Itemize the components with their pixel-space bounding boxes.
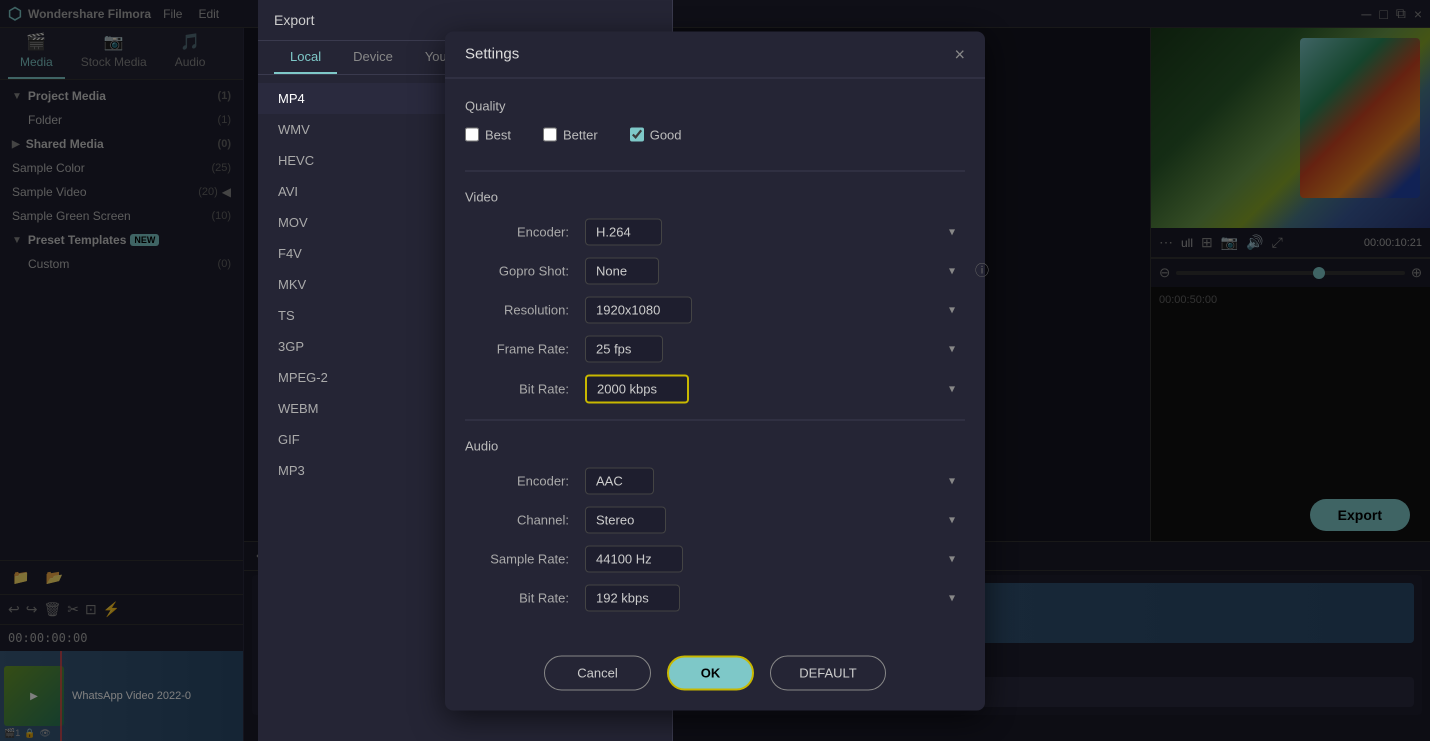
quality-best[interactable]: Best	[465, 127, 511, 142]
video-bitrate-row: Bit Rate: 2000 kbps	[465, 374, 965, 403]
video-divider	[465, 170, 965, 171]
video-bitrate-label: Bit Rate:	[465, 381, 585, 396]
quality-best-label: Best	[485, 127, 511, 142]
channel-select[interactable]: Stereo	[585, 506, 666, 533]
cancel-button[interactable]: Cancel	[544, 655, 650, 690]
video-bitrate-select-wrapper: 2000 kbps	[585, 374, 965, 403]
audio-bitrate-row: Bit Rate: 192 kbps	[465, 584, 965, 611]
audio-bitrate-select-wrapper: 192 kbps	[585, 584, 965, 611]
audio-encoder-select[interactable]: AAC	[585, 467, 654, 494]
quality-good-label: Good	[650, 127, 682, 142]
resolution-select[interactable]: 1920x1080	[585, 296, 692, 323]
quality-options: Best Better Good	[465, 127, 965, 146]
channel-row: Channel: Stereo	[465, 506, 965, 533]
video-section-title: Video	[465, 189, 965, 204]
video-bitrate-select[interactable]: 2000 kbps	[585, 374, 689, 403]
settings-footer: Cancel OK DEFAULT	[445, 639, 985, 710]
resolution-label: Resolution:	[465, 302, 585, 317]
settings-body: Quality Best Better Good Video Encoder: …	[445, 78, 985, 639]
framerate-select-wrapper: 25 fps	[585, 335, 965, 362]
audio-bitrate-select[interactable]: 192 kbps	[585, 584, 680, 611]
gopro-select-wrapper: None ⓘ	[585, 257, 965, 284]
export-tab-device[interactable]: Device	[337, 41, 409, 74]
samplerate-select-wrapper: 44100 Hz	[585, 545, 965, 572]
export-dialog-title: Export	[274, 12, 314, 28]
audio-section-title: Audio	[465, 438, 965, 453]
quality-good-checkbox[interactable]	[630, 128, 644, 142]
encoder-select[interactable]: H.264	[585, 218, 662, 245]
encoder-select-wrapper: H.264	[585, 218, 965, 245]
framerate-select[interactable]: 25 fps	[585, 335, 663, 362]
channel-label: Channel:	[465, 512, 585, 527]
quality-better[interactable]: Better	[543, 127, 598, 142]
default-button[interactable]: DEFAULT	[770, 655, 886, 690]
resolution-select-wrapper: 1920x1080	[585, 296, 965, 323]
gopro-row: Gopro Shot: None ⓘ	[465, 257, 965, 284]
quality-better-checkbox[interactable]	[543, 128, 557, 142]
quality-better-label: Better	[563, 127, 598, 142]
audio-divider	[465, 419, 965, 420]
quality-section-title: Quality	[465, 98, 965, 113]
samplerate-label: Sample Rate:	[465, 551, 585, 566]
samplerate-select[interactable]: 44100 Hz	[585, 545, 683, 572]
settings-dialog: Settings × Quality Best Better Good Vide…	[445, 31, 985, 710]
framerate-row: Frame Rate: 25 fps	[465, 335, 965, 362]
audio-encoder-select-wrapper: AAC	[585, 467, 965, 494]
export-tab-local[interactable]: Local	[274, 41, 337, 74]
quality-best-checkbox[interactable]	[465, 128, 479, 142]
encoder-label: Encoder:	[465, 224, 585, 239]
settings-title: Settings	[465, 46, 519, 63]
audio-encoder-label: Encoder:	[465, 473, 585, 488]
encoder-row: Encoder: H.264	[465, 218, 965, 245]
resolution-row: Resolution: 1920x1080	[465, 296, 965, 323]
channel-select-wrapper: Stereo	[585, 506, 965, 533]
quality-good[interactable]: Good	[630, 127, 682, 142]
audio-bitrate-label: Bit Rate:	[465, 590, 585, 605]
ok-button[interactable]: OK	[667, 655, 755, 690]
gopro-select[interactable]: None	[585, 257, 659, 284]
settings-dialog-header: Settings ×	[445, 31, 985, 78]
settings-close-button[interactable]: ×	[954, 45, 965, 63]
audio-encoder-row: Encoder: AAC	[465, 467, 965, 494]
samplerate-row: Sample Rate: 44100 Hz	[465, 545, 965, 572]
gopro-label: Gopro Shot:	[465, 263, 585, 278]
framerate-label: Frame Rate:	[465, 341, 585, 356]
help-icon[interactable]: ⓘ	[975, 261, 989, 281]
